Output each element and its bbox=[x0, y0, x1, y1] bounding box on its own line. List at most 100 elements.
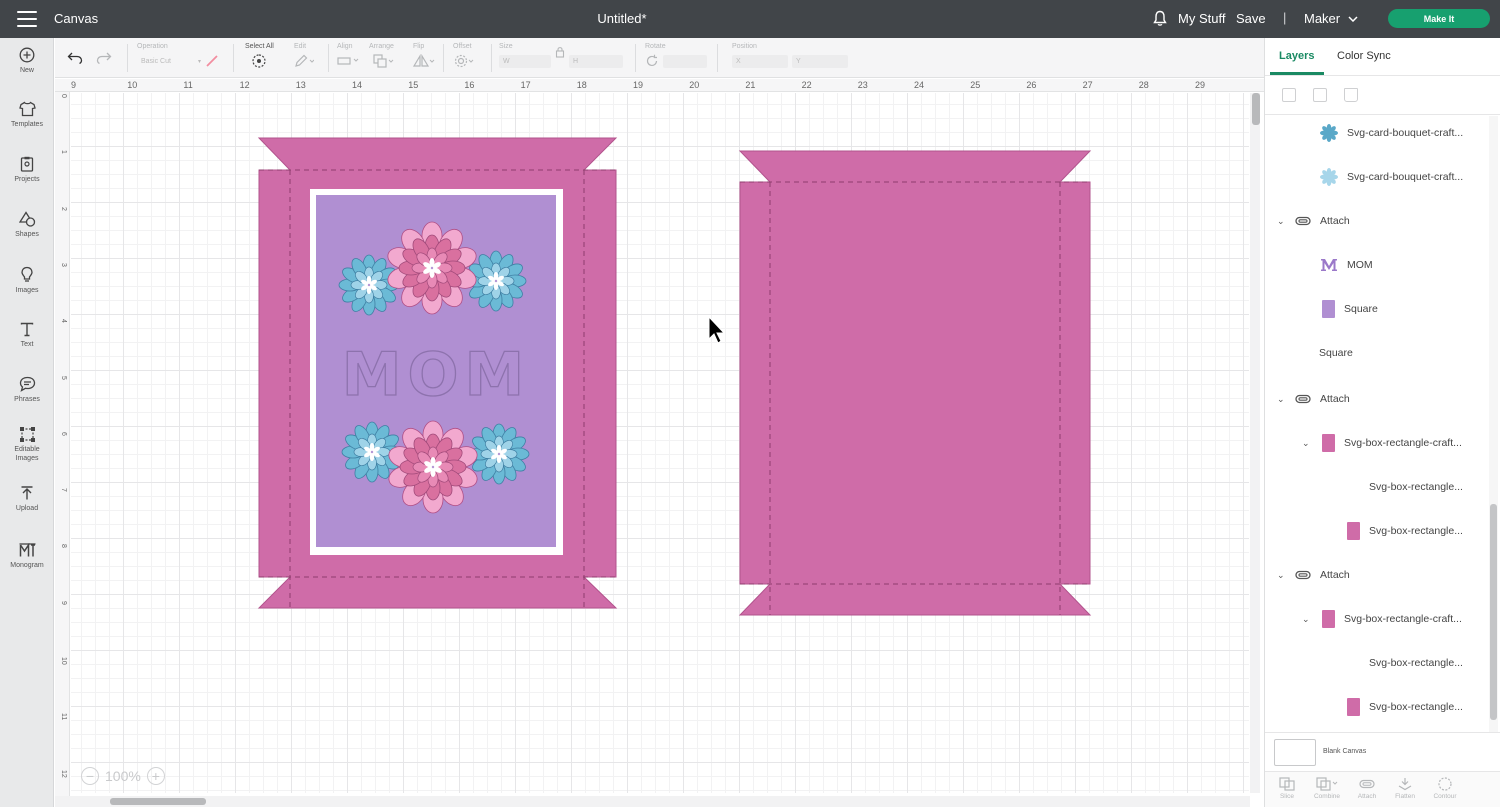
toolbar-divider bbox=[443, 44, 444, 72]
ruler-tick-label: 13 bbox=[295, 80, 306, 90]
layer-label: Svg-box-rectangle-craft... bbox=[1344, 613, 1462, 625]
sidebar-item-upload[interactable]: Upload bbox=[0, 486, 54, 513]
layer-group-attach[interactable]: Attach bbox=[1295, 565, 1350, 585]
layer-item[interactable]: MOM bbox=[1320, 255, 1373, 275]
edit-button[interactable]: Edit bbox=[294, 43, 314, 68]
layer-item[interactable]: Svg-card-bouquet-craft... bbox=[1320, 123, 1463, 143]
sidebar-item-projects[interactable]: Projects bbox=[0, 156, 54, 184]
select-all-button[interactable]: Select All bbox=[245, 43, 274, 68]
redo-icon[interactable] bbox=[96, 52, 112, 64]
layer-item[interactable]: Svg-box-rectangle-craft... bbox=[1322, 609, 1462, 629]
lightbulb-icon bbox=[21, 266, 33, 282]
design-canvas[interactable]: 9 10 11 12 13 14 15 16 17 18 19 20 21 22 23 24 25 26 27 28 2… bbox=[55, 79, 1264, 807]
offset-button[interactable]: Offset bbox=[453, 43, 475, 68]
operation-group: Operation Basic Cut ▾ bbox=[137, 43, 219, 68]
chevron-down-icon[interactable]: ⌄ bbox=[1277, 216, 1285, 227]
sidebar-item-new[interactable]: New bbox=[0, 47, 54, 75]
ruler-tick-label: 1 bbox=[60, 150, 67, 155]
tab-layers[interactable]: Layers bbox=[1279, 50, 1314, 62]
blue-flower-icon bbox=[1320, 124, 1338, 142]
x-position-input[interactable]: X bbox=[732, 54, 788, 68]
sidebar-item-images[interactable]: Images bbox=[0, 266, 54, 295]
vertical-scrollbar[interactable] bbox=[1250, 93, 1260, 793]
machine-select[interactable]: Maker bbox=[1304, 11, 1358, 26]
tab-color-sync[interactable]: Color Sync bbox=[1337, 50, 1391, 62]
layer-item[interactable]: Square bbox=[1322, 299, 1378, 319]
ruler-tick-label: 15 bbox=[408, 80, 419, 90]
undo-icon[interactable] bbox=[67, 52, 83, 64]
toolbar-divider bbox=[233, 44, 234, 72]
blank-canvas-swatch[interactable] bbox=[1274, 739, 1316, 766]
slice-button[interactable]: Slice bbox=[1267, 777, 1307, 800]
layer-item[interactable]: Square bbox=[1319, 343, 1353, 363]
canvas-grid[interactable]: MOM bbox=[71, 93, 1249, 793]
flip-label: Flip bbox=[413, 43, 425, 50]
layer-item[interactable]: Svg-box-rectangle... bbox=[1369, 653, 1463, 673]
vertical-scrollbar-thumb[interactable] bbox=[1252, 93, 1260, 125]
operation-select[interactable]: Basic Cut ▾ bbox=[137, 55, 201, 68]
trash-icon[interactable] bbox=[1344, 88, 1358, 102]
layer-item[interactable]: Svg-card-bouquet-craft... bbox=[1320, 167, 1463, 187]
bell-icon[interactable] bbox=[1152, 10, 1168, 27]
sidebar-item-phrases[interactable]: Phrases bbox=[0, 376, 54, 404]
zoom-control: − 100% + bbox=[81, 767, 165, 785]
layer-item[interactable]: Svg-box-rectangle... bbox=[1347, 697, 1463, 717]
ruler-tick-label: 0 bbox=[60, 94, 67, 98]
upload-icon bbox=[21, 486, 33, 500]
rotate-label: Rotate bbox=[645, 43, 666, 50]
arrange-icon bbox=[373, 54, 394, 68]
layer-item[interactable]: Svg-box-rectangle... bbox=[1347, 521, 1463, 541]
plus-circle-icon bbox=[19, 47, 35, 63]
ruler-tick-label: 10 bbox=[60, 657, 67, 665]
chevron-down-icon[interactable]: ⌄ bbox=[1302, 438, 1310, 449]
duplicate-icon[interactable] bbox=[1313, 88, 1327, 102]
editable-images-icon bbox=[19, 427, 35, 442]
horizontal-scrollbar-thumb[interactable] bbox=[110, 798, 206, 805]
chevron-down-icon[interactable]: ⌄ bbox=[1302, 614, 1310, 625]
chevron-down-icon[interactable]: ⌄ bbox=[1277, 394, 1285, 405]
sidebar-item-editable-images[interactable]: Editable Images bbox=[0, 426, 54, 463]
rotate-input[interactable] bbox=[663, 54, 707, 68]
sidebar-item-templates[interactable]: Templates bbox=[0, 101, 54, 129]
pencil-icon bbox=[295, 54, 314, 67]
layers-scrollbar-thumb[interactable] bbox=[1490, 504, 1497, 720]
attach-button[interactable]: Attach bbox=[1347, 777, 1387, 800]
lock-icon[interactable] bbox=[555, 46, 565, 58]
ruler-tick-label: 18 bbox=[576, 80, 587, 90]
y-position-input[interactable]: Y bbox=[792, 54, 848, 68]
sidebar-item-monogram[interactable]: Monogram bbox=[0, 543, 54, 570]
layer-group-attach[interactable]: Attach bbox=[1295, 389, 1350, 409]
contour-button[interactable]: Contour bbox=[1425, 777, 1465, 800]
pen-color-icon[interactable] bbox=[205, 54, 219, 68]
layer-item[interactable]: Svg-box-rectangle... bbox=[1369, 477, 1463, 497]
sidebar-item-text[interactable]: Text bbox=[0, 322, 54, 349]
arrange-button[interactable]: Arrange bbox=[369, 43, 395, 68]
height-input[interactable]: H bbox=[569, 54, 623, 68]
combine-button[interactable]: Combine bbox=[1307, 777, 1347, 800]
ruler-tick-label: 7 bbox=[60, 488, 67, 492]
align-button[interactable]: Align bbox=[337, 43, 359, 68]
group-icon[interactable] bbox=[1282, 88, 1296, 102]
toolbar-divider bbox=[491, 44, 492, 72]
layer-item[interactable]: Svg-box-rectangle-craft... bbox=[1322, 433, 1462, 453]
left-sidebar: New Templates Projects Shapes Images Tex… bbox=[0, 38, 54, 807]
canvas-artwork: MOM bbox=[257, 137, 1092, 616]
my-stuff-link[interactable]: My Stuff bbox=[1178, 11, 1225, 26]
zoom-out-button[interactable]: − bbox=[81, 767, 99, 785]
blank-canvas-row[interactable]: Blank Canvas bbox=[1265, 732, 1500, 770]
save-button[interactable]: Save bbox=[1236, 11, 1266, 26]
document-title[interactable]: Untitled* bbox=[0, 11, 1244, 26]
sidebar-label: Shapes bbox=[15, 231, 39, 238]
make-it-button[interactable]: Make It bbox=[1388, 9, 1490, 28]
sidebar-label: Text bbox=[20, 341, 34, 348]
width-input[interactable]: W bbox=[499, 54, 551, 68]
sidebar-item-shapes[interactable]: Shapes bbox=[0, 211, 54, 239]
layer-group-attach[interactable]: Attach bbox=[1295, 211, 1350, 231]
pink-swatch bbox=[1347, 522, 1360, 540]
chevron-down-icon[interactable]: ⌄ bbox=[1277, 570, 1285, 581]
zoom-in-button[interactable]: + bbox=[146, 767, 165, 785]
horizontal-scrollbar[interactable] bbox=[55, 796, 1250, 807]
flatten-button[interactable]: Flatten bbox=[1385, 777, 1425, 800]
flip-button[interactable]: Flip bbox=[413, 43, 435, 68]
select-all-icon bbox=[252, 54, 266, 68]
